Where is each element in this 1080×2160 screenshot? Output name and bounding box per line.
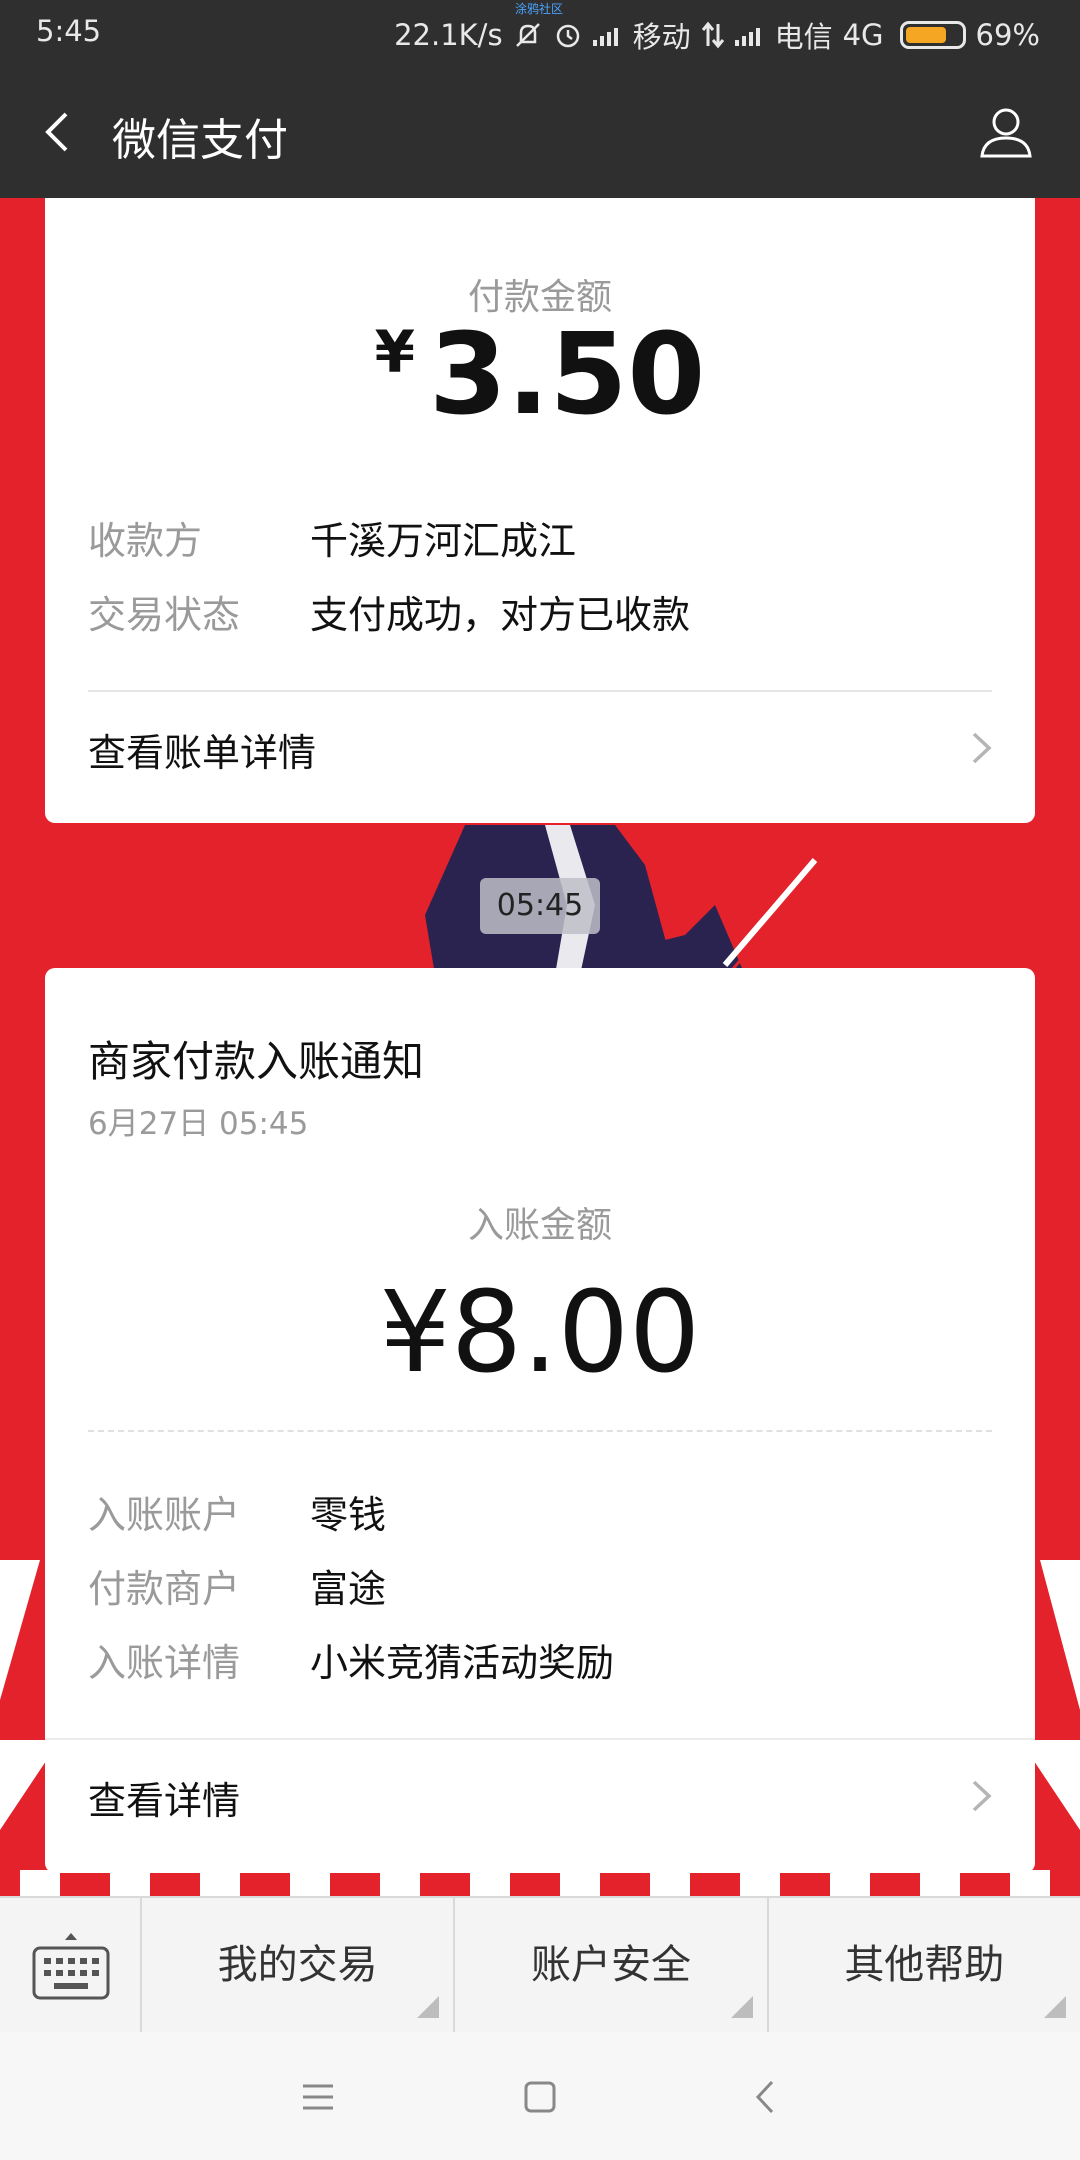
merchant-notice-card: 商家付款入账通知 6月27日 05:45 入账金额 ¥8.00 入账账户 零钱 付… <box>45 968 1035 1873</box>
detail-row: 付款商户 富途 <box>88 1558 386 1613</box>
keyboard-toggle-button[interactable] <box>0 1898 142 2032</box>
detail-value: 零钱 <box>310 1493 387 1537</box>
payment-amount: ¥3.50 <box>45 310 1035 440</box>
menu-icon[interactable] <box>293 2072 343 2122</box>
signal-icon <box>592 24 623 46</box>
message-timestamp: 05:45 <box>480 878 600 934</box>
detail-row: 入账账户 零钱 <box>88 1484 386 1539</box>
battery-icon <box>899 21 966 49</box>
bottom-menu: 我的交易 账户安全 其他帮助 <box>0 1896 1080 2032</box>
carrier-1: 移动 <box>632 20 691 54</box>
menu-account-security[interactable]: 账户安全 <box>455 1898 769 2032</box>
notice-date: 6月27日 05:45 <box>88 1106 309 1142</box>
page-title: 微信支付 <box>112 115 288 166</box>
keyboard-icon <box>32 1933 110 2000</box>
notice-title: 商家付款入账通知 <box>88 1037 425 1086</box>
submenu-corner-icon <box>417 1996 440 2018</box>
detail-key: 入账详情 <box>88 1641 241 1685</box>
menu-other-help[interactable]: 其他帮助 <box>769 1898 1080 2032</box>
payment-amount-value: 3.50 <box>429 310 706 440</box>
credited-amount-label: 入账金额 <box>467 1205 612 1246</box>
submenu-corner-icon <box>730 1996 753 2018</box>
chevron-right-icon <box>972 732 992 764</box>
detail-key: 入账账户 <box>88 1493 241 1537</box>
signal-icon-2 <box>734 24 765 46</box>
alarm-icon <box>556 24 579 48</box>
status-time: 5:45 <box>36 14 102 48</box>
mute-icon <box>515 23 540 47</box>
menu-label: 账户安全 <box>530 1942 691 1988</box>
carrier-2: 电信 <box>774 20 833 54</box>
title-bar: 微信支付 <box>0 66 1080 198</box>
currency-symbol: ¥ <box>374 318 415 386</box>
detail-value: 小米竞猜活动奖励 <box>310 1641 615 1685</box>
detail-value: 富途 <box>310 1567 387 1611</box>
detail-key: 付款商户 <box>88 1567 241 1611</box>
view-bill-details-label: 查看账单详情 <box>88 731 317 775</box>
net-speed: 22.1K/s <box>394 18 503 52</box>
dashed-divider <box>88 1430 992 1432</box>
menu-my-transactions[interactable]: 我的交易 <box>142 1898 456 2032</box>
profile-icon[interactable] <box>976 102 1036 162</box>
home-icon[interactable] <box>515 2072 565 2122</box>
credited-amount: ¥8.00 <box>379 1268 701 1398</box>
chevron-right-icon <box>972 1780 992 1812</box>
status-bar: 涂鸦社区 5:45 22.1K/s 移动 电信 4G 69% <box>0 0 1080 66</box>
detail-row: 收款方 千溪万河汇成江 <box>88 510 576 565</box>
menu-label: 其他帮助 <box>844 1942 1005 1988</box>
detail-key: 收款方 <box>88 519 203 563</box>
view-details-link[interactable]: 查看详情 <box>45 1740 1035 1850</box>
back-icon[interactable] <box>742 2072 792 2122</box>
view-bill-details-link[interactable]: 查看账单详情 <box>45 692 1035 802</box>
network-type: 4G <box>842 18 884 52</box>
submenu-corner-icon <box>1043 1996 1066 2018</box>
battery-percent: 69% <box>975 18 1040 52</box>
data-transfer-icon <box>701 21 724 49</box>
detail-row: 入账详情 小米竞猜活动奖励 <box>88 1632 614 1687</box>
screen: 涂鸦社区 5:45 22.1K/s 移动 电信 4G 69% 微信支付 付款金额… <box>0 0 1080 2160</box>
detail-row: 交易状态 支付成功，对方已收款 <box>88 584 690 639</box>
detail-value: 支付成功，对方已收款 <box>310 593 691 637</box>
detail-value: 千溪万河汇成江 <box>310 519 577 563</box>
payment-card: 付款金额 ¥3.50 收款方 千溪万河汇成江 交易状态 支付成功，对方已收款 查看账… <box>45 198 1035 823</box>
back-arrow-icon[interactable] <box>30 102 90 162</box>
character-illustration <box>425 825 821 975</box>
detail-key: 交易状态 <box>88 593 241 637</box>
system-nav-bar <box>0 2032 1080 2160</box>
status-indicators: 22.1K/s 移动 电信 4G 69% <box>394 14 1040 56</box>
view-details-label: 查看详情 <box>88 1779 241 1823</box>
menu-label: 我的交易 <box>217 1942 378 1988</box>
